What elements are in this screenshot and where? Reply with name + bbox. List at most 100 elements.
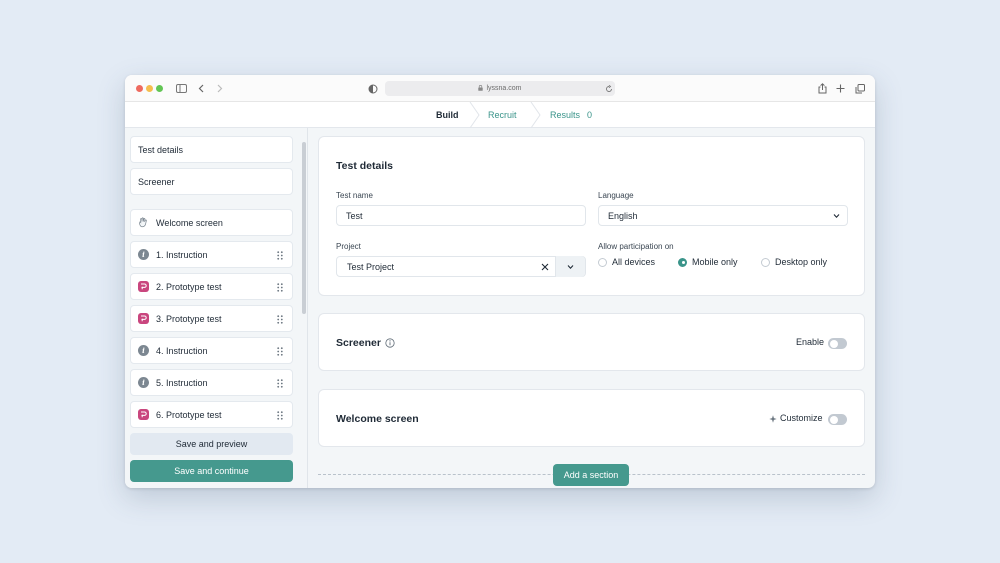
save-and-preview-label: Save and preview bbox=[175, 439, 248, 449]
tab-recruit[interactable]: Recruit bbox=[488, 102, 517, 128]
sidebar-toggle-icon[interactable] bbox=[175, 82, 188, 95]
sidebar-item-label: Test details bbox=[138, 144, 184, 155]
sidebar-item-prototype-test[interactable]: 6. Prototype test bbox=[130, 401, 293, 428]
screener-card: Screener Enable bbox=[318, 313, 865, 371]
project-label: Project bbox=[336, 242, 361, 251]
save-and-preview-button[interactable]: Save and preview bbox=[130, 433, 293, 455]
test-builder-tabs: Build Recruit Results 0 bbox=[125, 102, 875, 128]
save-and-continue-button[interactable]: Save and continue bbox=[130, 460, 293, 482]
forward-icon[interactable] bbox=[213, 82, 226, 95]
url-text: lyssna.com bbox=[486, 85, 522, 92]
radio-mobile-only[interactable]: Mobile only bbox=[678, 257, 738, 267]
radio-label: Desktop only bbox=[775, 257, 828, 267]
prototype-icon bbox=[138, 281, 149, 292]
tab-results[interactable]: Results 0 bbox=[550, 102, 592, 128]
project-dropdown-toggle[interactable] bbox=[555, 256, 585, 277]
test-name-input[interactable]: Test bbox=[336, 205, 586, 226]
language-label: Language bbox=[598, 191, 634, 200]
tab-separator-icon bbox=[530, 102, 541, 128]
welcome-customize-toggle[interactable] bbox=[828, 414, 847, 425]
sidebar-item-test-details[interactable]: Test details bbox=[130, 136, 293, 163]
test-details-card: Test details Test name Test Language Eng… bbox=[318, 136, 865, 296]
enable-label: Enable bbox=[796, 337, 825, 347]
sidebar-item-label: 5. Instruction bbox=[156, 377, 208, 388]
sidebar-item-label: 6. Prototype test bbox=[156, 409, 222, 420]
customize-label: Customize bbox=[780, 413, 823, 423]
browser-toolbar: lyssna.com bbox=[125, 75, 875, 102]
add-section-button[interactable]: Add a section bbox=[553, 464, 629, 486]
close-window-button[interactable] bbox=[136, 85, 143, 92]
sidebar-item-prototype-test[interactable]: 2. Prototype test bbox=[130, 273, 293, 300]
share-icon[interactable] bbox=[816, 82, 829, 95]
back-icon[interactable] bbox=[195, 82, 208, 95]
results-count: 0 bbox=[587, 110, 593, 120]
tab-build[interactable]: Build bbox=[436, 102, 459, 128]
sidebar-item-instruction[interactable]: i 1. Instruction bbox=[130, 241, 293, 268]
sidebar-divider bbox=[307, 128, 308, 488]
address-bar[interactable]: lyssna.com bbox=[385, 81, 615, 96]
test-name-label: Test name bbox=[336, 191, 373, 200]
drag-handle-icon[interactable] bbox=[277, 283, 283, 292]
sidebar-scrollbar[interactable] bbox=[302, 142, 306, 314]
screener-enable-toggle[interactable] bbox=[828, 338, 847, 349]
welcome-screen-card: Welcome screen Customize bbox=[318, 389, 865, 447]
sparkle-icon bbox=[769, 415, 777, 423]
tab-separator-icon bbox=[469, 102, 480, 128]
info-icon: i bbox=[138, 345, 149, 356]
save-and-continue-label: Save and continue bbox=[174, 466, 249, 476]
sidebar-item-label: Welcome screen bbox=[156, 217, 223, 228]
screener-title: Screener bbox=[336, 337, 381, 349]
project-value: Test Project bbox=[347, 261, 395, 272]
drag-handle-icon[interactable] bbox=[277, 315, 283, 324]
prototype-icon bbox=[138, 313, 149, 324]
browser-window: lyssna.com Build Recruit Results 0 Test d… bbox=[125, 75, 875, 488]
info-icon[interactable] bbox=[385, 338, 395, 348]
maximize-window-button[interactable] bbox=[156, 85, 163, 92]
welcome-screen-title: Welcome screen bbox=[336, 413, 419, 425]
radio-circle bbox=[598, 257, 607, 267]
tab-build-label: Build bbox=[436, 110, 459, 120]
sidebar-item-prototype-test[interactable]: 3. Prototype test bbox=[130, 305, 293, 332]
radio-circle-selected bbox=[678, 257, 687, 267]
radio-circle bbox=[761, 257, 770, 267]
info-icon: i bbox=[138, 249, 149, 260]
tab-recruit-label: Recruit bbox=[488, 110, 517, 120]
test-details-title: Test details bbox=[336, 160, 393, 172]
lock-icon bbox=[478, 84, 484, 93]
sidebar-item-welcome-screen[interactable]: Welcome screen bbox=[130, 209, 293, 236]
minimize-window-button[interactable] bbox=[146, 85, 153, 92]
radio-all-devices[interactable]: All devices bbox=[598, 257, 655, 267]
prototype-icon bbox=[138, 409, 149, 420]
radio-desktop-only[interactable]: Desktop only bbox=[761, 257, 827, 267]
drag-handle-icon[interactable] bbox=[277, 411, 283, 420]
language-value: English bbox=[608, 210, 638, 221]
chevron-down-icon bbox=[833, 214, 840, 219]
drag-handle-icon[interactable] bbox=[277, 347, 283, 356]
radio-label: Mobile only bbox=[692, 257, 738, 267]
sidebar-item-instruction[interactable]: i 5. Instruction bbox=[130, 369, 293, 396]
sidebar-item-label: 3. Prototype test bbox=[156, 313, 222, 324]
screener-title-row: Screener bbox=[336, 337, 395, 349]
info-icon: i bbox=[138, 377, 149, 388]
sidebar-item-label: 1. Instruction bbox=[156, 249, 208, 260]
sidebar-item-instruction[interactable]: i 4. Instruction bbox=[130, 337, 293, 364]
add-section-label: Add a section bbox=[563, 470, 619, 480]
test-name-value: Test bbox=[346, 210, 363, 221]
sidebar-item-label: Screener bbox=[138, 176, 175, 187]
project-select[interactable]: Test Project bbox=[336, 256, 586, 277]
participation-label: Allow participation on bbox=[598, 242, 674, 251]
new-tab-icon[interactable] bbox=[834, 82, 847, 95]
drag-handle-icon[interactable] bbox=[277, 251, 283, 260]
sidebar-item-label: 2. Prototype test bbox=[156, 281, 222, 292]
clear-icon[interactable] bbox=[541, 263, 549, 271]
chevron-down-icon bbox=[567, 264, 574, 269]
sidebar-item-screener[interactable]: Screener bbox=[130, 168, 293, 195]
radio-label: All devices bbox=[612, 257, 656, 267]
tab-results-label: Results bbox=[550, 110, 581, 120]
reload-icon[interactable] bbox=[602, 82, 615, 95]
tab-overview-icon[interactable] bbox=[853, 82, 866, 95]
language-select[interactable]: English bbox=[598, 205, 848, 226]
privacy-shield-icon[interactable] bbox=[366, 82, 379, 95]
drag-handle-icon[interactable] bbox=[277, 379, 283, 388]
waving-hand-icon bbox=[138, 217, 149, 228]
